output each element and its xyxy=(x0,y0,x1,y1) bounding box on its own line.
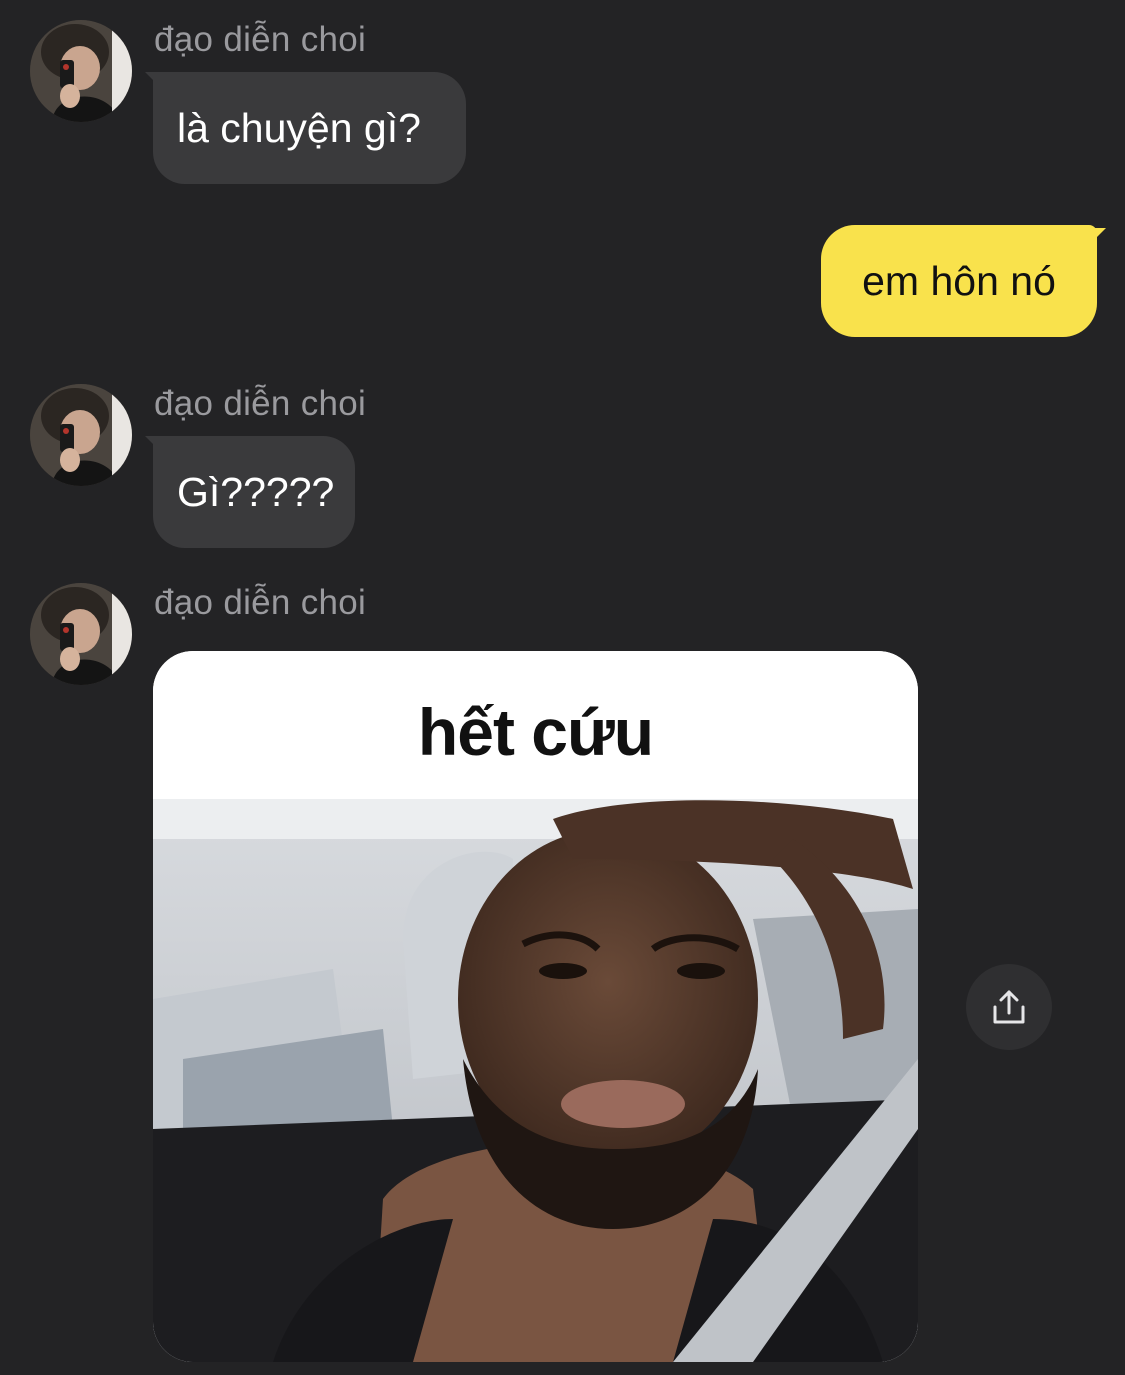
avatar-photo xyxy=(30,583,132,685)
avatar[interactable] xyxy=(30,20,132,122)
message-bubble-incoming[interactable]: Gì????? xyxy=(153,436,355,548)
share-icon xyxy=(993,990,1025,1024)
meme-caption: hết cứu xyxy=(153,651,918,801)
avatar-photo xyxy=(30,20,132,122)
share-button[interactable] xyxy=(966,964,1052,1050)
sender-name: đạo diễn choi xyxy=(154,20,367,59)
chat-thread: đạo diễn choi là chuyện gì? em hôn nó đạ… xyxy=(0,0,1125,1375)
avatar-photo xyxy=(30,384,132,486)
meme-photo xyxy=(153,799,918,1362)
sender-name: đạo diễn choi xyxy=(154,384,367,423)
message-bubble-incoming[interactable]: là chuyện gì? xyxy=(153,72,466,184)
avatar[interactable] xyxy=(30,384,132,486)
avatar[interactable] xyxy=(30,583,132,685)
sender-name: đạo diễn choi xyxy=(154,583,367,622)
image-message[interactable]: hết cứu xyxy=(153,651,918,1362)
message-bubble-outgoing[interactable]: em hôn nó xyxy=(821,225,1097,337)
